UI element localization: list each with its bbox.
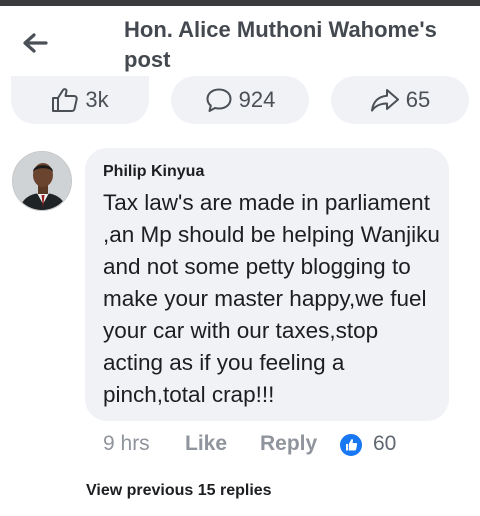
comment-author[interactable]: Philip Kinyua	[103, 163, 204, 181]
comment-like-button[interactable]: Like	[185, 432, 227, 456]
avatar[interactable]	[12, 151, 72, 211]
like-reaction-icon[interactable]	[339, 433, 363, 457]
arrow-left-icon	[23, 33, 48, 53]
comment-reply-button[interactable]: Reply	[260, 432, 317, 456]
comment-count: 924	[238, 87, 276, 112]
back-button[interactable]	[18, 26, 52, 60]
view-previous-replies-link[interactable]: View previous 15 replies	[86, 482, 272, 500]
post-header: Hon. Alice Muthoni Wahome's post	[0, 6, 480, 78]
like-count: 3k	[85, 87, 109, 112]
share-arrow-icon	[370, 89, 399, 112]
post-action-bar: 3k 924 65	[0, 76, 480, 124]
comment-button[interactable]: 924	[171, 76, 309, 124]
comment-text: Tax law's are made in parliament ,an Mp …	[103, 190, 440, 407]
profile-photo	[13, 152, 71, 210]
comment-bubble-icon	[206, 88, 232, 112]
page-title: Hon. Alice Muthoni Wahome's post	[124, 17, 437, 72]
share-button[interactable]: 65	[331, 76, 469, 124]
thumbs-up-icon	[52, 88, 79, 112]
share-count: 65	[405, 87, 431, 112]
like-button[interactable]: 3k	[11, 76, 149, 124]
comment-timestamp: 9 hrs	[103, 432, 150, 455]
reaction-count: 60	[373, 432, 397, 455]
